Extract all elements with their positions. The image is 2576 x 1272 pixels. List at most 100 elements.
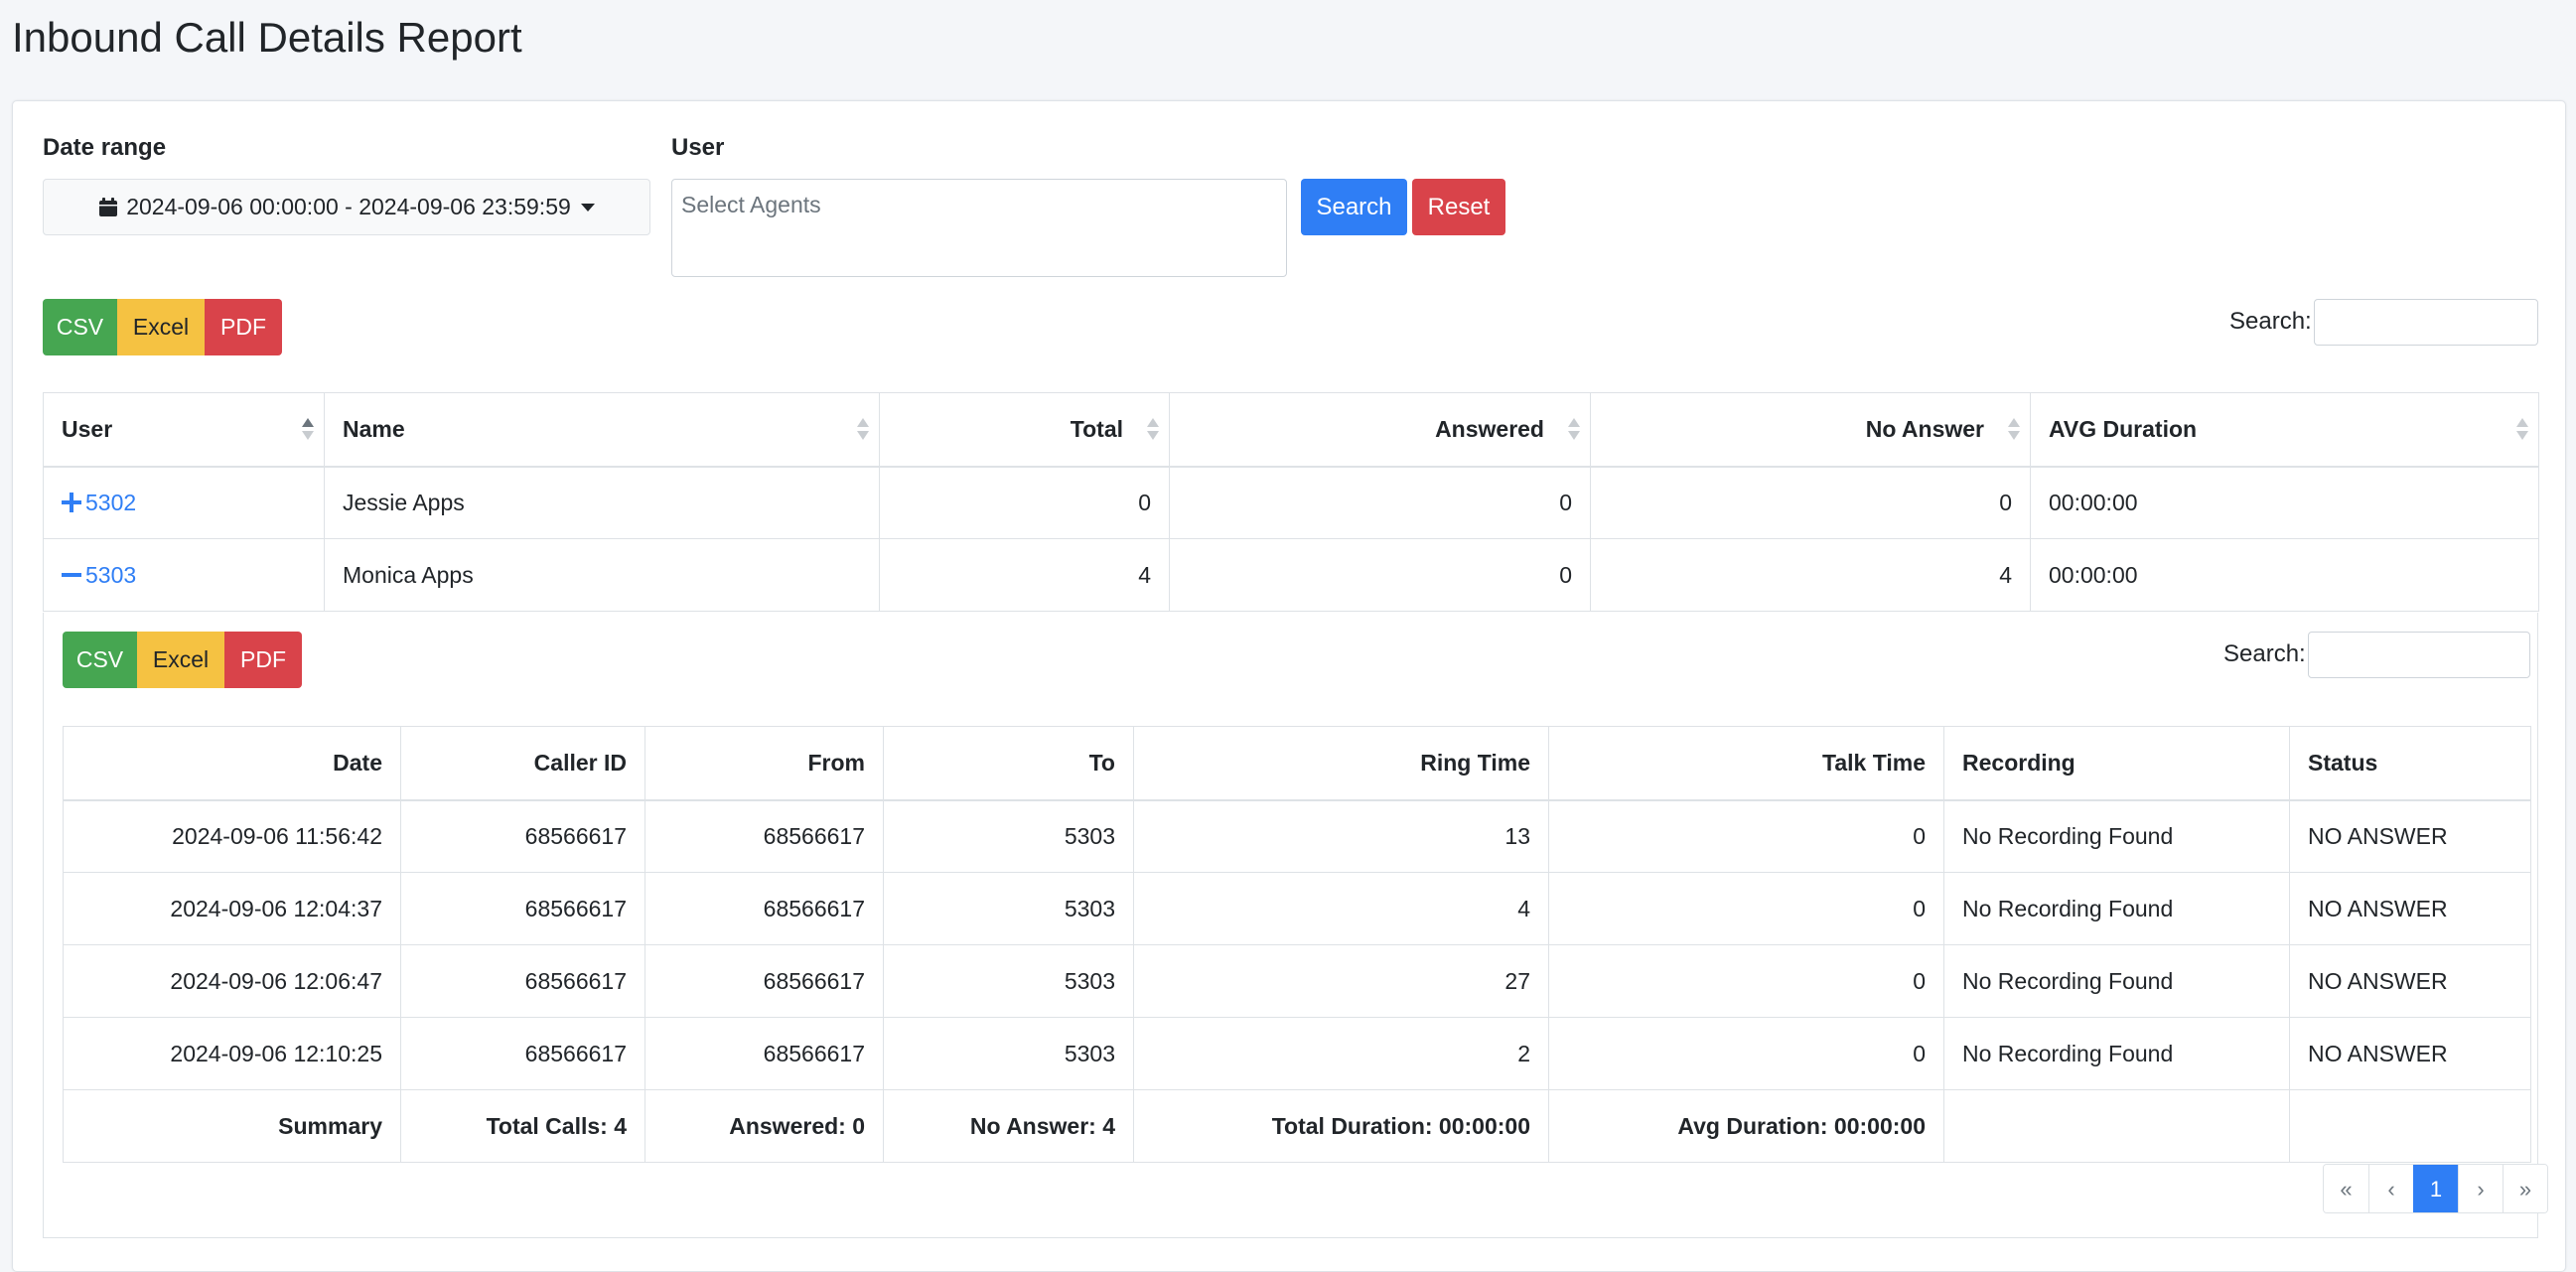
column-header-user[interactable]: User bbox=[43, 392, 325, 468]
table-row: 2024-09-06 12:06:47 68566617 68566617 53… bbox=[63, 944, 2531, 1018]
summary-total-calls: Total Calls: 4 bbox=[400, 1089, 645, 1163]
column-header-date[interactable]: Date bbox=[63, 726, 401, 801]
pagination-last[interactable]: » bbox=[2503, 1165, 2547, 1212]
cell-ring-time: 4 bbox=[1133, 872, 1549, 945]
cell-ring-time: 27 bbox=[1133, 944, 1549, 1018]
cell-status: NO ANSWER bbox=[2289, 944, 2531, 1018]
cell-from: 68566617 bbox=[644, 1017, 884, 1090]
calendar-icon bbox=[98, 197, 118, 217]
cell-status: NO ANSWER bbox=[2289, 799, 2531, 873]
pagination: « ‹ 1 › » bbox=[2323, 1164, 2548, 1213]
summary-answered: Answered: 0 bbox=[644, 1089, 884, 1163]
cell-date: 2024-09-06 12:10:25 bbox=[63, 1017, 401, 1090]
detail-pdf-export-button[interactable]: PDF bbox=[224, 632, 302, 688]
agents-table: User Name Total Answered No Answer AVG D… bbox=[43, 392, 2539, 612]
summary-label: Summary bbox=[63, 1089, 401, 1163]
pagination-first[interactable]: « bbox=[2324, 1165, 2368, 1212]
table-row: 5302 Jessie Apps 0 0 0 00:00:00 bbox=[43, 466, 2539, 539]
cell-date: 2024-09-06 12:04:37 bbox=[63, 872, 401, 945]
reset-button[interactable]: Reset bbox=[1412, 179, 1505, 235]
cell-recording: No Recording Found bbox=[1943, 1017, 2290, 1090]
cell-name: Monica Apps bbox=[324, 538, 880, 612]
call-details-panel: CSV Excel PDF Search: Date Caller ID Fro… bbox=[43, 613, 2548, 1238]
select-agents-input[interactable]: Select Agents bbox=[671, 179, 1287, 277]
cell-talk-time: 0 bbox=[1548, 872, 1944, 945]
pagination-next[interactable]: › bbox=[2458, 1165, 2503, 1212]
sort-icon bbox=[2516, 416, 2528, 442]
cell-from: 68566617 bbox=[644, 799, 884, 873]
cell-to: 5303 bbox=[883, 799, 1134, 873]
cell-ring-time: 13 bbox=[1133, 799, 1549, 873]
summary-empty-cell bbox=[1943, 1089, 2290, 1163]
column-header-name[interactable]: Name bbox=[324, 392, 880, 468]
cell-status: NO ANSWER bbox=[2289, 872, 2531, 945]
column-header-from[interactable]: From bbox=[644, 726, 884, 801]
cell-answered: 0 bbox=[1169, 538, 1591, 612]
detail-search-input[interactable] bbox=[2308, 632, 2530, 678]
detail-excel-export-button[interactable]: Excel bbox=[137, 632, 224, 688]
detail-csv-export-button[interactable]: CSV bbox=[63, 632, 137, 688]
column-header-total[interactable]: Total bbox=[879, 392, 1170, 468]
column-header-caller-id[interactable]: Caller ID bbox=[400, 726, 645, 801]
column-header-no-answer[interactable]: No Answer bbox=[1590, 392, 2031, 468]
date-range-label: Date range bbox=[43, 134, 167, 161]
date-range-value: 2024-09-06 00:00:00 - 2024-09-06 23:59:5… bbox=[126, 194, 571, 219]
cell-total: 0 bbox=[879, 466, 1170, 539]
column-header-avg-duration[interactable]: AVG Duration bbox=[2030, 392, 2539, 468]
minus-icon bbox=[62, 565, 81, 585]
date-range-picker[interactable]: 2024-09-06 00:00:00 - 2024-09-06 23:59:5… bbox=[43, 179, 650, 235]
sort-icon bbox=[857, 416, 869, 442]
table-row: 5303 Monica Apps 4 0 4 00:00:00 bbox=[43, 538, 2539, 612]
csv-export-button[interactable]: CSV bbox=[43, 299, 117, 355]
caret-down-icon bbox=[580, 203, 595, 212]
sort-icon bbox=[1147, 416, 1159, 442]
cell-name: Jessie Apps bbox=[324, 466, 880, 539]
report-card: Date range User 2024-09-06 00:00:00 - 20… bbox=[12, 100, 2566, 1272]
column-header-ring-time[interactable]: Ring Time bbox=[1133, 726, 1549, 801]
cell-avg-duration: 00:00:00 bbox=[2030, 538, 2539, 612]
cell-recording: No Recording Found bbox=[1943, 799, 2290, 873]
cell-to: 5303 bbox=[883, 1017, 1134, 1090]
cell-date: 2024-09-06 12:06:47 bbox=[63, 944, 401, 1018]
export-button-group: CSV Excel PDF bbox=[43, 299, 282, 355]
cell-caller-id: 68566617 bbox=[400, 1017, 645, 1090]
cell-to: 5303 bbox=[883, 872, 1134, 945]
cell-caller-id: 68566617 bbox=[400, 799, 645, 873]
cell-status: NO ANSWER bbox=[2289, 1017, 2531, 1090]
table-row: 2024-09-06 12:10:25 68566617 68566617 53… bbox=[63, 1017, 2531, 1090]
pagination-prev[interactable]: ‹ bbox=[2368, 1165, 2413, 1212]
table-search-input[interactable] bbox=[2314, 299, 2538, 346]
cell-from: 68566617 bbox=[644, 944, 884, 1018]
column-header-status[interactable]: Status bbox=[2289, 726, 2531, 801]
cell-ring-time: 2 bbox=[1133, 1017, 1549, 1090]
page-title: Inbound Call Details Report bbox=[12, 14, 522, 61]
expand-user-5302[interactable]: 5302 bbox=[43, 466, 325, 539]
cell-no-answer: 4 bbox=[1590, 538, 2031, 612]
cell-caller-id: 68566617 bbox=[400, 872, 645, 945]
cell-talk-time: 0 bbox=[1548, 944, 1944, 1018]
cell-from: 68566617 bbox=[644, 872, 884, 945]
summary-empty-cell bbox=[2289, 1089, 2531, 1163]
summary-avg-duration: Avg Duration: 00:00:00 bbox=[1548, 1089, 1944, 1163]
cell-avg-duration: 00:00:00 bbox=[2030, 466, 2539, 539]
column-header-talk-time[interactable]: Talk Time bbox=[1548, 726, 1944, 801]
collapse-user-5303[interactable]: 5303 bbox=[43, 538, 325, 612]
cell-caller-id: 68566617 bbox=[400, 944, 645, 1018]
call-details-table: Date Caller ID From To Ring Time Talk Ti… bbox=[63, 726, 2531, 1163]
cell-date: 2024-09-06 11:56:42 bbox=[63, 799, 401, 873]
search-button[interactable]: Search bbox=[1301, 179, 1407, 235]
sort-icon bbox=[1568, 416, 1580, 442]
detail-search-label: Search: bbox=[2223, 640, 2306, 667]
table-row: 2024-09-06 12:04:37 68566617 68566617 53… bbox=[63, 872, 2531, 945]
excel-export-button[interactable]: Excel bbox=[117, 299, 205, 355]
column-header-to[interactable]: To bbox=[883, 726, 1134, 801]
sort-icon bbox=[302, 416, 314, 442]
pdf-export-button[interactable]: PDF bbox=[205, 299, 282, 355]
cell-to: 5303 bbox=[883, 944, 1134, 1018]
cell-recording: No Recording Found bbox=[1943, 944, 2290, 1018]
select-agents-placeholder: Select Agents bbox=[681, 192, 821, 217]
cell-answered: 0 bbox=[1169, 466, 1591, 539]
column-header-recording[interactable]: Recording bbox=[1943, 726, 2290, 801]
pagination-page-1[interactable]: 1 bbox=[2413, 1165, 2458, 1212]
column-header-answered[interactable]: Answered bbox=[1169, 392, 1591, 468]
